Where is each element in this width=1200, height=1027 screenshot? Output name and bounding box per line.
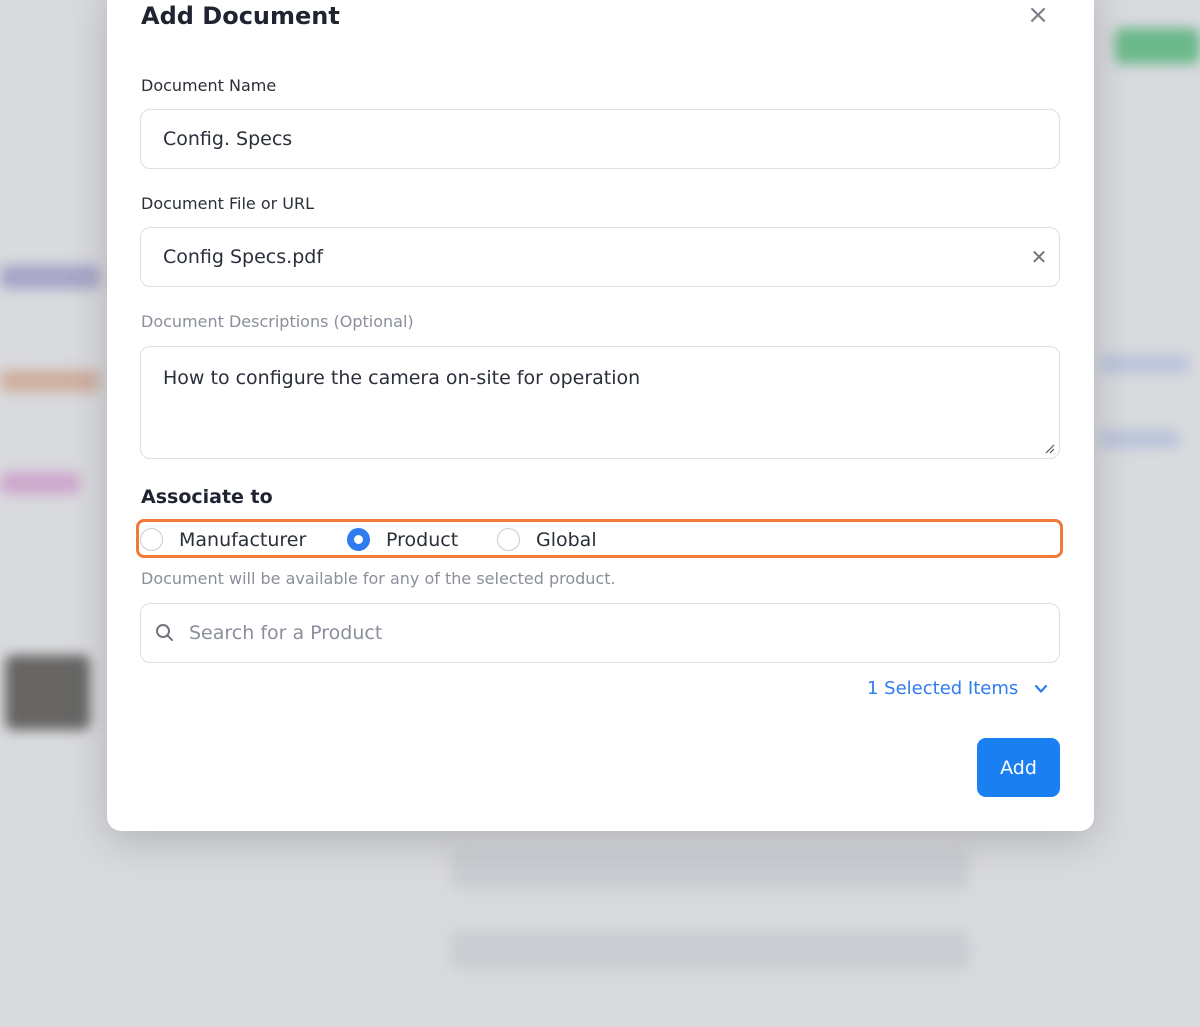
radio-label: Product [386, 528, 459, 551]
clear-file-icon[interactable]: ✕ [1019, 245, 1059, 269]
chevron-down-icon [1035, 684, 1048, 693]
radio-manufacturer[interactable]: Manufacturer [140, 528, 306, 551]
search-icon [156, 624, 173, 641]
associate-to-label: Associate to [141, 486, 273, 508]
radio-product[interactable]: Product [347, 528, 458, 551]
product-search-field[interactable] [140, 603, 1060, 663]
document-name-label: Document Name [141, 76, 277, 95]
document-file-field[interactable]: Config Specs.pdf ✕ [140, 227, 1060, 287]
document-name-value: Config. Specs [163, 128, 293, 150]
modal-title: Add Document [141, 2, 340, 30]
radio-circle [140, 528, 163, 551]
radio-global[interactable]: Global [497, 528, 597, 551]
radio-circle [497, 528, 520, 551]
close-icon[interactable]: × [1025, 2, 1051, 28]
document-file-value: Config Specs.pdf [163, 246, 324, 268]
radio-label: Global [536, 528, 597, 551]
resize-handle-icon[interactable] [1043, 442, 1055, 454]
radio-label: Manufacturer [179, 528, 307, 551]
search-input[interactable] [189, 622, 889, 644]
associate-hint: Document will be available for any of th… [141, 569, 616, 588]
description-value: How to configure the camera on-site for … [163, 367, 641, 389]
radio-circle-selected [347, 528, 370, 551]
add-button[interactable]: Add [977, 738, 1060, 797]
document-name-field[interactable]: Config. Specs [140, 109, 1060, 169]
add-document-modal: Add Document × Document Name Config. Spe… [107, 0, 1094, 831]
selected-items-toggle[interactable]: 1 Selected Items [867, 678, 1048, 699]
document-file-label: Document File or URL [141, 194, 315, 213]
description-textarea[interactable]: How to configure the camera on-site for … [140, 346, 1060, 459]
description-label: Document Descriptions (Optional) [141, 312, 414, 331]
selected-items-label: 1 Selected Items [867, 678, 1019, 699]
